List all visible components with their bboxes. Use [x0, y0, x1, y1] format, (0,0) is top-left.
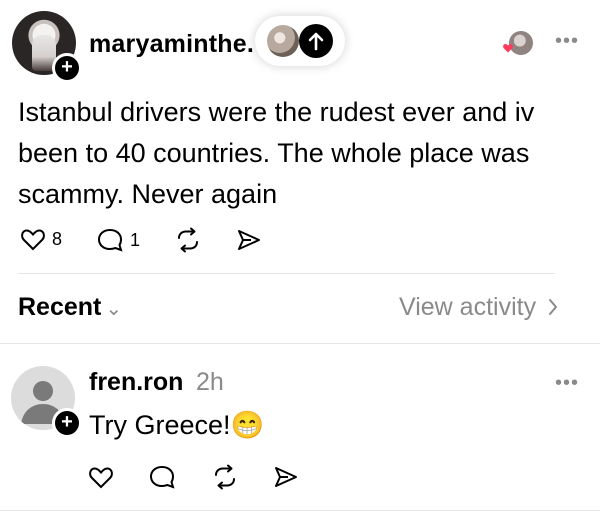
- post-more-icon[interactable]: •••: [555, 30, 579, 53]
- chevron-down-icon: ⌄: [105, 298, 123, 320]
- reply-body: Try Greece!😁: [89, 409, 264, 441]
- sort-dropdown[interactable]: Recent ⌄: [18, 293, 122, 322]
- post-username[interactable]: maryaminthe.: [89, 30, 254, 59]
- follow-plus-icon[interactable]: +: [52, 53, 82, 83]
- sort-label: Recent: [18, 293, 102, 321]
- section-divider: [0, 343, 600, 344]
- reply-share-button[interactable]: [273, 465, 299, 489]
- reply-timestamp: 2h: [196, 368, 224, 396]
- view-activity-label: View activity: [399, 293, 537, 321]
- reply-text: Try Greece!: [89, 410, 231, 440]
- reply-like-button[interactable]: [88, 465, 114, 489]
- repost-icon: [178, 227, 198, 253]
- reply-button[interactable]: 1: [96, 227, 140, 253]
- arrow-up-icon[interactable]: [299, 24, 333, 58]
- post-divider: [18, 273, 555, 274]
- reply-repost-button[interactable]: [211, 464, 239, 490]
- send-icon: [275, 467, 297, 487]
- send-icon: [238, 230, 260, 250]
- heart-icon: [503, 43, 513, 53]
- grin-emoji: 😁: [230, 410, 265, 440]
- share-button[interactable]: [236, 228, 262, 252]
- reply-username[interactable]: fren.ron: [89, 368, 183, 397]
- comment-icon: [97, 228, 123, 252]
- repost-button[interactable]: [174, 227, 202, 253]
- repost-icon: [215, 464, 235, 490]
- post-body: Istanbul drivers were the rudest ever an…: [18, 97, 535, 209]
- reply-more-icon[interactable]: •••: [555, 372, 579, 395]
- like-button[interactable]: 8: [20, 227, 62, 251]
- follow-plus-icon[interactable]: +: [52, 408, 82, 438]
- like-count: 8: [52, 228, 63, 249]
- reply-count: 1: [130, 229, 141, 250]
- comment-icon: [149, 465, 175, 489]
- repost-preview-pill[interactable]: [255, 16, 345, 66]
- view-activity-link[interactable]: View activity: [399, 293, 559, 322]
- heart-icon: [89, 467, 113, 489]
- repost-avatar: [267, 25, 299, 57]
- heart-icon: [21, 229, 45, 251]
- reply-comment-button[interactable]: [148, 464, 176, 490]
- chevron-right-icon: [549, 299, 558, 315]
